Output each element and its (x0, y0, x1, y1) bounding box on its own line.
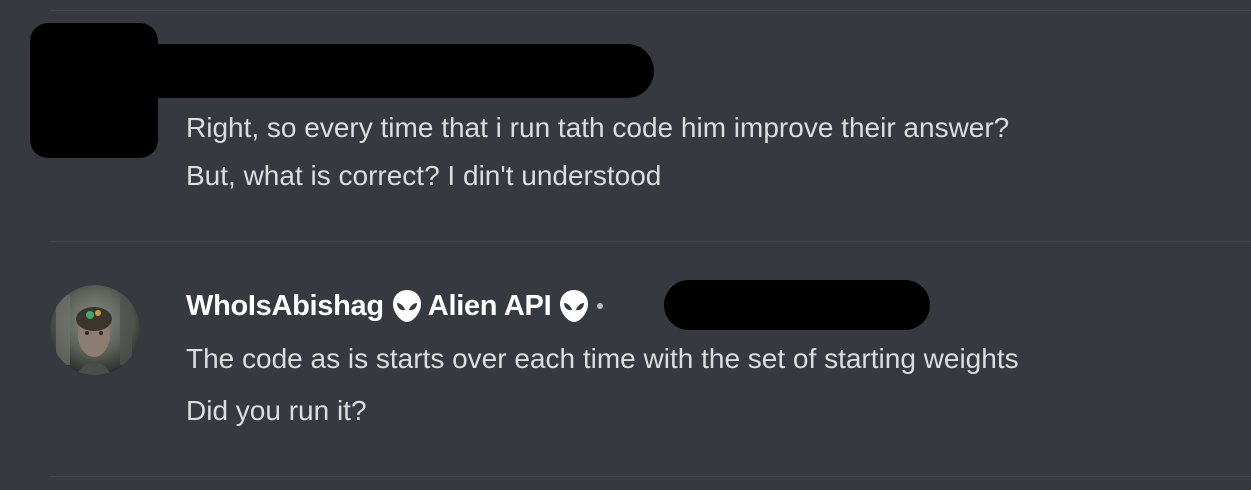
message-text-line: Right, so every time that i run tath cod… (186, 112, 1010, 143)
role-tag[interactable]: Alien API (428, 290, 552, 323)
message-text-line: The code as is starts over each time wit… (186, 343, 1019, 374)
message-text-line: Did you run it? (186, 395, 367, 426)
alien-icon (559, 289, 589, 323)
alien-icon (392, 289, 422, 323)
message-text-line: But, what is correct? I din't understood (186, 160, 662, 191)
message-divider (50, 241, 1251, 242)
redacted-timestamp (664, 280, 930, 330)
message-divider (50, 476, 1251, 477)
avatar[interactable] (50, 285, 140, 375)
chat-view: Right, so every time that i run tath cod… (0, 0, 1251, 490)
avatar-image (50, 285, 140, 375)
message-divider (50, 10, 1251, 11)
username[interactable]: WhoIsAbishag (186, 290, 384, 323)
redacted-username (130, 44, 654, 98)
message-header: WhoIsAbishag Alien API (186, 286, 604, 326)
separator-dot (597, 303, 604, 309)
